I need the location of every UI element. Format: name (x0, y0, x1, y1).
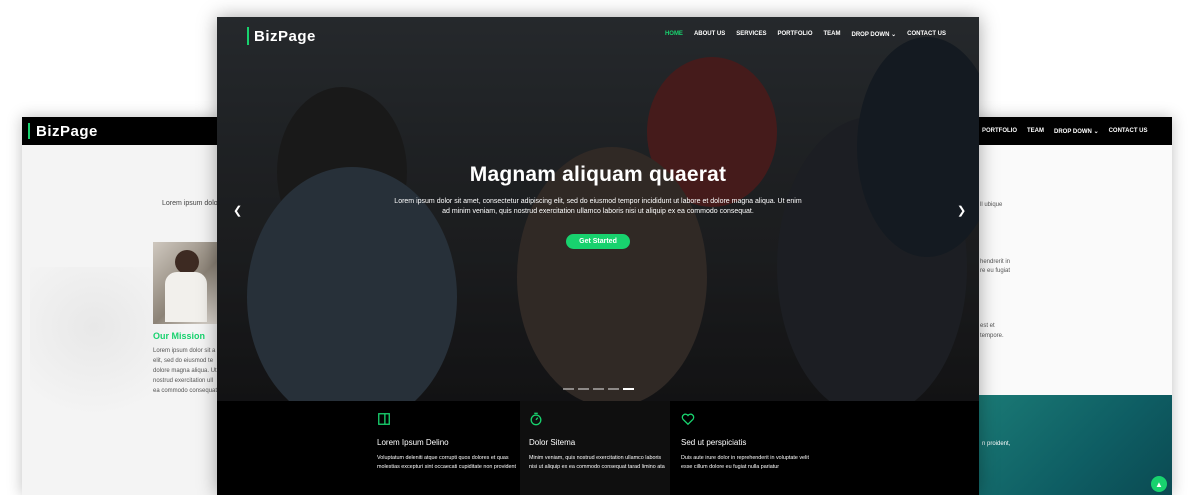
logo-accent-bar (247, 27, 249, 45)
teal-section-text: n proident, (982, 441, 1011, 447)
chevron-down-icon: ⌄ (1093, 128, 1099, 135)
main-preview-card: BizPage HOME ABOUT US SERVICES PORTFOLIO… (217, 17, 979, 495)
hero-text: Lorem ipsum dolor sit amet, consectetur … (394, 198, 802, 215)
nav-portfolio[interactable]: PORTFOLIO (982, 128, 1017, 134)
nav-team[interactable]: TEAM (824, 31, 841, 38)
feature-description: Duis aute irure dolor in reprehenderit i… (681, 455, 809, 470)
feature-description: Voluptatum deleniti atque corrupti quos … (377, 455, 517, 470)
right-card-snippet: hendrerit in (980, 259, 1011, 265)
back-to-top-button[interactable]: ▲ (1151, 476, 1167, 492)
nav-team[interactable]: TEAM (1027, 128, 1044, 134)
nav-portfolio[interactable]: PORTFOLIO (778, 31, 813, 38)
mission-photo (153, 242, 222, 324)
chevron-up-icon: ▲ (1155, 479, 1163, 489)
mission-text-line: nostrud exercitation ull (153, 378, 214, 384)
right-preview-card: PORTFOLIO TEAM DROP DOWN ⌄ CONTACT US ll… (972, 117, 1172, 495)
chevron-left-icon: ❮ (233, 205, 243, 217)
left-card-logo[interactable]: BizPage (36, 123, 98, 140)
feature-title: Sed ut perspiciatis (681, 438, 747, 447)
showcase-stage: BizPage Lorem ipsum dolo Our Mission Lor… (0, 0, 1194, 495)
right-card-snippet: tempore. (980, 333, 1004, 339)
left-preview-card: BizPage Lorem ipsum dolo Our Mission Lor… (22, 117, 222, 495)
left-card-intro-text: Lorem ipsum dolo (162, 200, 218, 207)
right-card-snippet: est et (980, 323, 995, 329)
nav-contact-us[interactable]: CONTACT US (1109, 128, 1148, 134)
mission-text-line: dolore magna aliqua. Ut (153, 368, 217, 374)
logo-accent-bar (28, 123, 30, 139)
featured-services: Lorem Ipsum Delino Voluptatum deleniti a… (217, 401, 979, 495)
chevron-right-icon: ❯ (957, 205, 967, 217)
feature-title: Lorem Ipsum Delino (377, 438, 449, 447)
feature-box: Lorem Ipsum Delino Voluptatum deleniti a… (368, 401, 518, 495)
hero-content: Magnam aliquam quaerat Lorem ipsum dolor… (217, 163, 979, 249)
mission-text-line: ea commodo consequat (153, 388, 218, 394)
get-started-button[interactable]: Get Started (566, 234, 630, 249)
main-navbar: BizPage HOME ABOUT US SERVICES PORTFOLIO… (217, 17, 979, 55)
carousel-indicators (563, 388, 634, 390)
carousel-indicator[interactable] (593, 388, 604, 390)
mission-text: Lorem ipsum dolor sit a elit, sed do eiu… (153, 346, 222, 396)
carousel-next-button[interactable]: ❯ (957, 204, 966, 217)
carousel-indicator[interactable] (563, 388, 574, 390)
main-nav-menu: HOME ABOUT US SERVICES PORTFOLIO TEAM DR… (665, 31, 946, 38)
right-card-snippet: re eu fugiat (980, 268, 1011, 274)
hero-title: Magnam aliquam quaerat (469, 163, 727, 186)
carousel-indicator-active[interactable] (623, 388, 634, 390)
nav-drop-down[interactable]: DROP DOWN ⌄ (852, 31, 897, 38)
nav-drop-down-label: DROP DOWN (851, 32, 890, 38)
main-logo-text: BizPage (254, 27, 316, 45)
photo-person-head (175, 250, 199, 274)
feature-description: Minim veniam, quis nostrud exercitation … (529, 455, 665, 470)
right-card-snippet: ll ubique (980, 202, 1003, 208)
mission-text-line: elit, sed do eiusmod te (153, 358, 214, 364)
mission-title: Our Mission (153, 331, 206, 341)
nav-drop-down-label: DROP DOWN (1054, 128, 1092, 135)
stopwatch-icon (530, 412, 542, 426)
carousel-prev-button[interactable]: ❮ (233, 204, 242, 217)
book-icon (378, 413, 390, 425)
mission-text-line: Lorem ipsum dolor sit a (153, 348, 216, 354)
heart-icon (681, 413, 695, 426)
chevron-down-icon: ⌄ (891, 32, 897, 38)
main-logo[interactable]: BizPage (247, 27, 316, 45)
nav-drop-down[interactable]: DROP DOWN ⌄ (1054, 128, 1099, 135)
carousel-indicator[interactable] (578, 388, 589, 390)
left-card-header: BizPage (22, 117, 222, 145)
photo-person-body (165, 272, 207, 322)
feature-box: Dolor Sitema Minim veniam, quis nostrud … (520, 401, 670, 495)
feature-box: Sed ut perspiciatis Duis aute irure dolo… (672, 401, 822, 495)
hero-carousel: BizPage HOME ABOUT US SERVICES PORTFOLIO… (217, 17, 979, 401)
feature-title: Dolor Sitema (529, 438, 576, 447)
nav-contact-us[interactable]: CONTACT US (907, 31, 946, 38)
carousel-indicator[interactable] (608, 388, 619, 390)
nav-home[interactable]: HOME (665, 31, 683, 38)
nav-services[interactable]: SERVICES (736, 31, 766, 38)
right-card-nav: PORTFOLIO TEAM DROP DOWN ⌄ CONTACT US (972, 117, 1172, 145)
nav-about-us[interactable]: ABOUT US (694, 31, 725, 38)
